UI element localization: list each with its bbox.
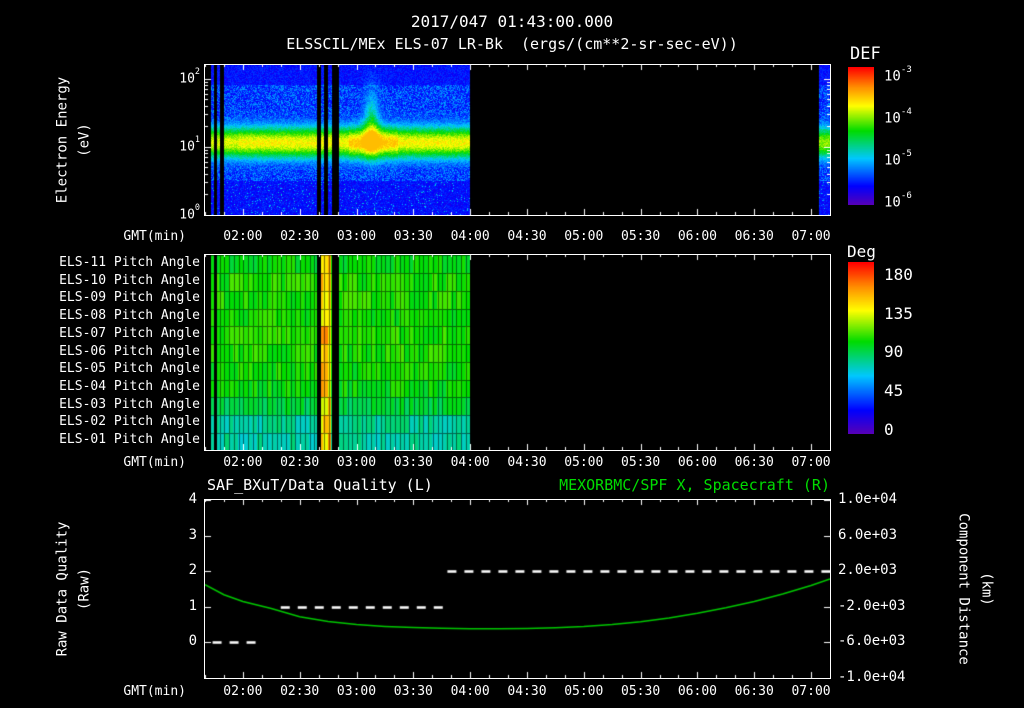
time-tick-label: 06:00 — [677, 455, 717, 470]
time-tick-label: 05:00 — [564, 229, 604, 244]
pitch-angle-panel — [204, 254, 831, 451]
pitch-row-label: ELS-05 Pitch Angle — [59, 361, 200, 377]
def-tick-label: 10-6 — [884, 190, 912, 211]
time-tick-label: 03:30 — [393, 684, 433, 699]
def-tick-label: 10-3 — [884, 64, 912, 85]
distance-tick-label: 2.0e+03 — [838, 562, 898, 579]
timestamp-title: 2017/047 01:43:00.000 — [410, 12, 614, 31]
time-tick-label: 07:00 — [791, 684, 831, 699]
gmt-axis-label-top: GMT(min) — [123, 229, 186, 244]
quality-tick-label: 3 — [188, 526, 197, 543]
quality-tick-label: 0 — [188, 633, 197, 650]
pitch-row-label: ELS-08 Pitch Angle — [59, 308, 200, 324]
time-tick-label: 06:00 — [677, 229, 717, 244]
deg-tick-label: 45 — [884, 381, 904, 401]
plot-title: ELSSCIL/MEx ELS-07 LR-Bk — [286, 35, 503, 53]
deg-tick-label: 0 — [884, 419, 894, 439]
energy-tick-label: 101 — [179, 133, 200, 155]
electron-energy-axis-label: Electron Energy — [54, 76, 71, 204]
pitch-angle-canvas — [205, 255, 830, 450]
time-tick-label: 02:30 — [280, 684, 320, 699]
deg-colorbar-canvas — [848, 262, 874, 434]
deg-tick-label: 90 — [884, 342, 904, 362]
pitch-row-label: ELS-11 Pitch Angle — [59, 254, 200, 270]
time-tick-label: 05:30 — [621, 684, 661, 699]
time-tick-label: 04:30 — [507, 455, 547, 470]
component-distance-units-label: (km) — [978, 572, 995, 606]
time-tick-label: 03:30 — [393, 455, 433, 470]
time-tick-label: 04:00 — [450, 455, 490, 470]
distance-tick-label: -6.0e+03 — [838, 633, 906, 650]
time-tick-label: 05:00 — [564, 455, 604, 470]
time-tick-label: 02:00 — [223, 455, 263, 470]
time-tick-label: 03:00 — [336, 684, 377, 699]
pitch-row-label: ELS-01 Pitch Angle — [59, 432, 200, 448]
time-tick-label: 03:00 — [336, 229, 377, 244]
energy-spectrogram-panel — [204, 64, 831, 216]
def-tick-label: 10-4 — [884, 106, 912, 127]
quality-tick-label: 4 — [188, 491, 197, 507]
def-colorbar — [848, 67, 874, 205]
distance-tick-label: -2.0e+03 — [838, 597, 906, 614]
raw-data-quality-axis-label: Raw Data Quality — [54, 521, 71, 657]
time-tick-label: 03:30 — [393, 229, 433, 244]
pitch-row-label: ELS-06 Pitch Angle — [59, 343, 200, 359]
time-tick-label: 06:30 — [734, 684, 774, 699]
time-tick-label: 04:30 — [507, 229, 547, 244]
time-tick-label: 07:00 — [791, 455, 831, 470]
def-tick-label: 10-5 — [884, 148, 912, 169]
def-colorbar-canvas — [848, 67, 874, 205]
time-tick-label: 04:30 — [507, 684, 547, 699]
gmt-axis-label-middle: GMT(min) — [123, 455, 186, 470]
left-plot-title: SAF_BXuT/Data Quality (L) — [207, 476, 433, 494]
quality-tick-label: 1 — [188, 597, 197, 614]
quality-tick-label: 2 — [188, 562, 197, 579]
time-tick-label: 06:30 — [734, 455, 774, 470]
pitch-row-label: ELS-07 Pitch Angle — [59, 325, 200, 341]
pitch-row-label: ELS-02 Pitch Angle — [59, 414, 200, 430]
line-plot-canvas — [205, 500, 830, 678]
deg-tick-label: 180 — [884, 265, 913, 284]
pitch-row-label: ELS-09 Pitch Angle — [59, 290, 200, 306]
energy-spectrogram-canvas — [205, 65, 830, 215]
electron-energy-units-label: (eV) — [76, 123, 93, 157]
distance-tick-label: 1.0e+04 — [838, 491, 898, 507]
deg-colorbar-title: Deg — [847, 242, 876, 261]
time-tick-label: 05:30 — [621, 455, 661, 470]
deg-tick-label: 135 — [884, 303, 913, 323]
time-tick-label: 02:00 — [223, 229, 263, 244]
deg-colorbar — [848, 262, 874, 434]
pitch-row-label: ELS-10 Pitch Angle — [59, 272, 200, 288]
pitch-row-label: ELS-03 Pitch Angle — [59, 396, 200, 412]
time-tick-label: 02:30 — [280, 455, 320, 470]
time-tick-label: 06:00 — [677, 684, 717, 699]
component-distance-axis-label: Component Distance — [955, 513, 972, 665]
time-tick-label: 02:00 — [223, 684, 263, 699]
right-plot-title: MEXORBMC/SPF X, Spacecraft (R) — [559, 476, 830, 494]
plot-units-label: (ergs/(cm**2-sr-sec-eV)) — [521, 35, 738, 53]
line-plot-panel — [204, 499, 831, 679]
energy-tick-label: 100 — [179, 202, 200, 223]
distance-tick-label: 6.0e+03 — [838, 526, 898, 543]
time-tick-label: 04:00 — [450, 684, 490, 699]
time-tick-label: 05:30 — [621, 229, 661, 244]
raw-data-quality-units-label: (Raw) — [76, 567, 93, 611]
time-tick-label: 02:30 — [280, 229, 320, 244]
time-tick-label: 03:00 — [336, 455, 377, 470]
time-tick-label: 07:00 — [791, 229, 831, 244]
distance-tick-label: -1.0e+04 — [838, 669, 906, 685]
def-colorbar-title: DEF — [850, 44, 881, 64]
plot-viewer: 2017/047 01:43:00.000 ELSSCIL/MEx ELS-07… — [0, 0, 1024, 708]
time-tick-label: 04:00 — [450, 229, 490, 244]
pitch-row-label: ELS-04 Pitch Angle — [59, 378, 200, 394]
energy-tick-label: 102 — [179, 65, 200, 86]
time-tick-label: 05:00 — [564, 684, 604, 699]
gmt-axis-label-bottom: GMT(min) — [123, 684, 186, 699]
time-tick-label: 06:30 — [734, 229, 774, 244]
